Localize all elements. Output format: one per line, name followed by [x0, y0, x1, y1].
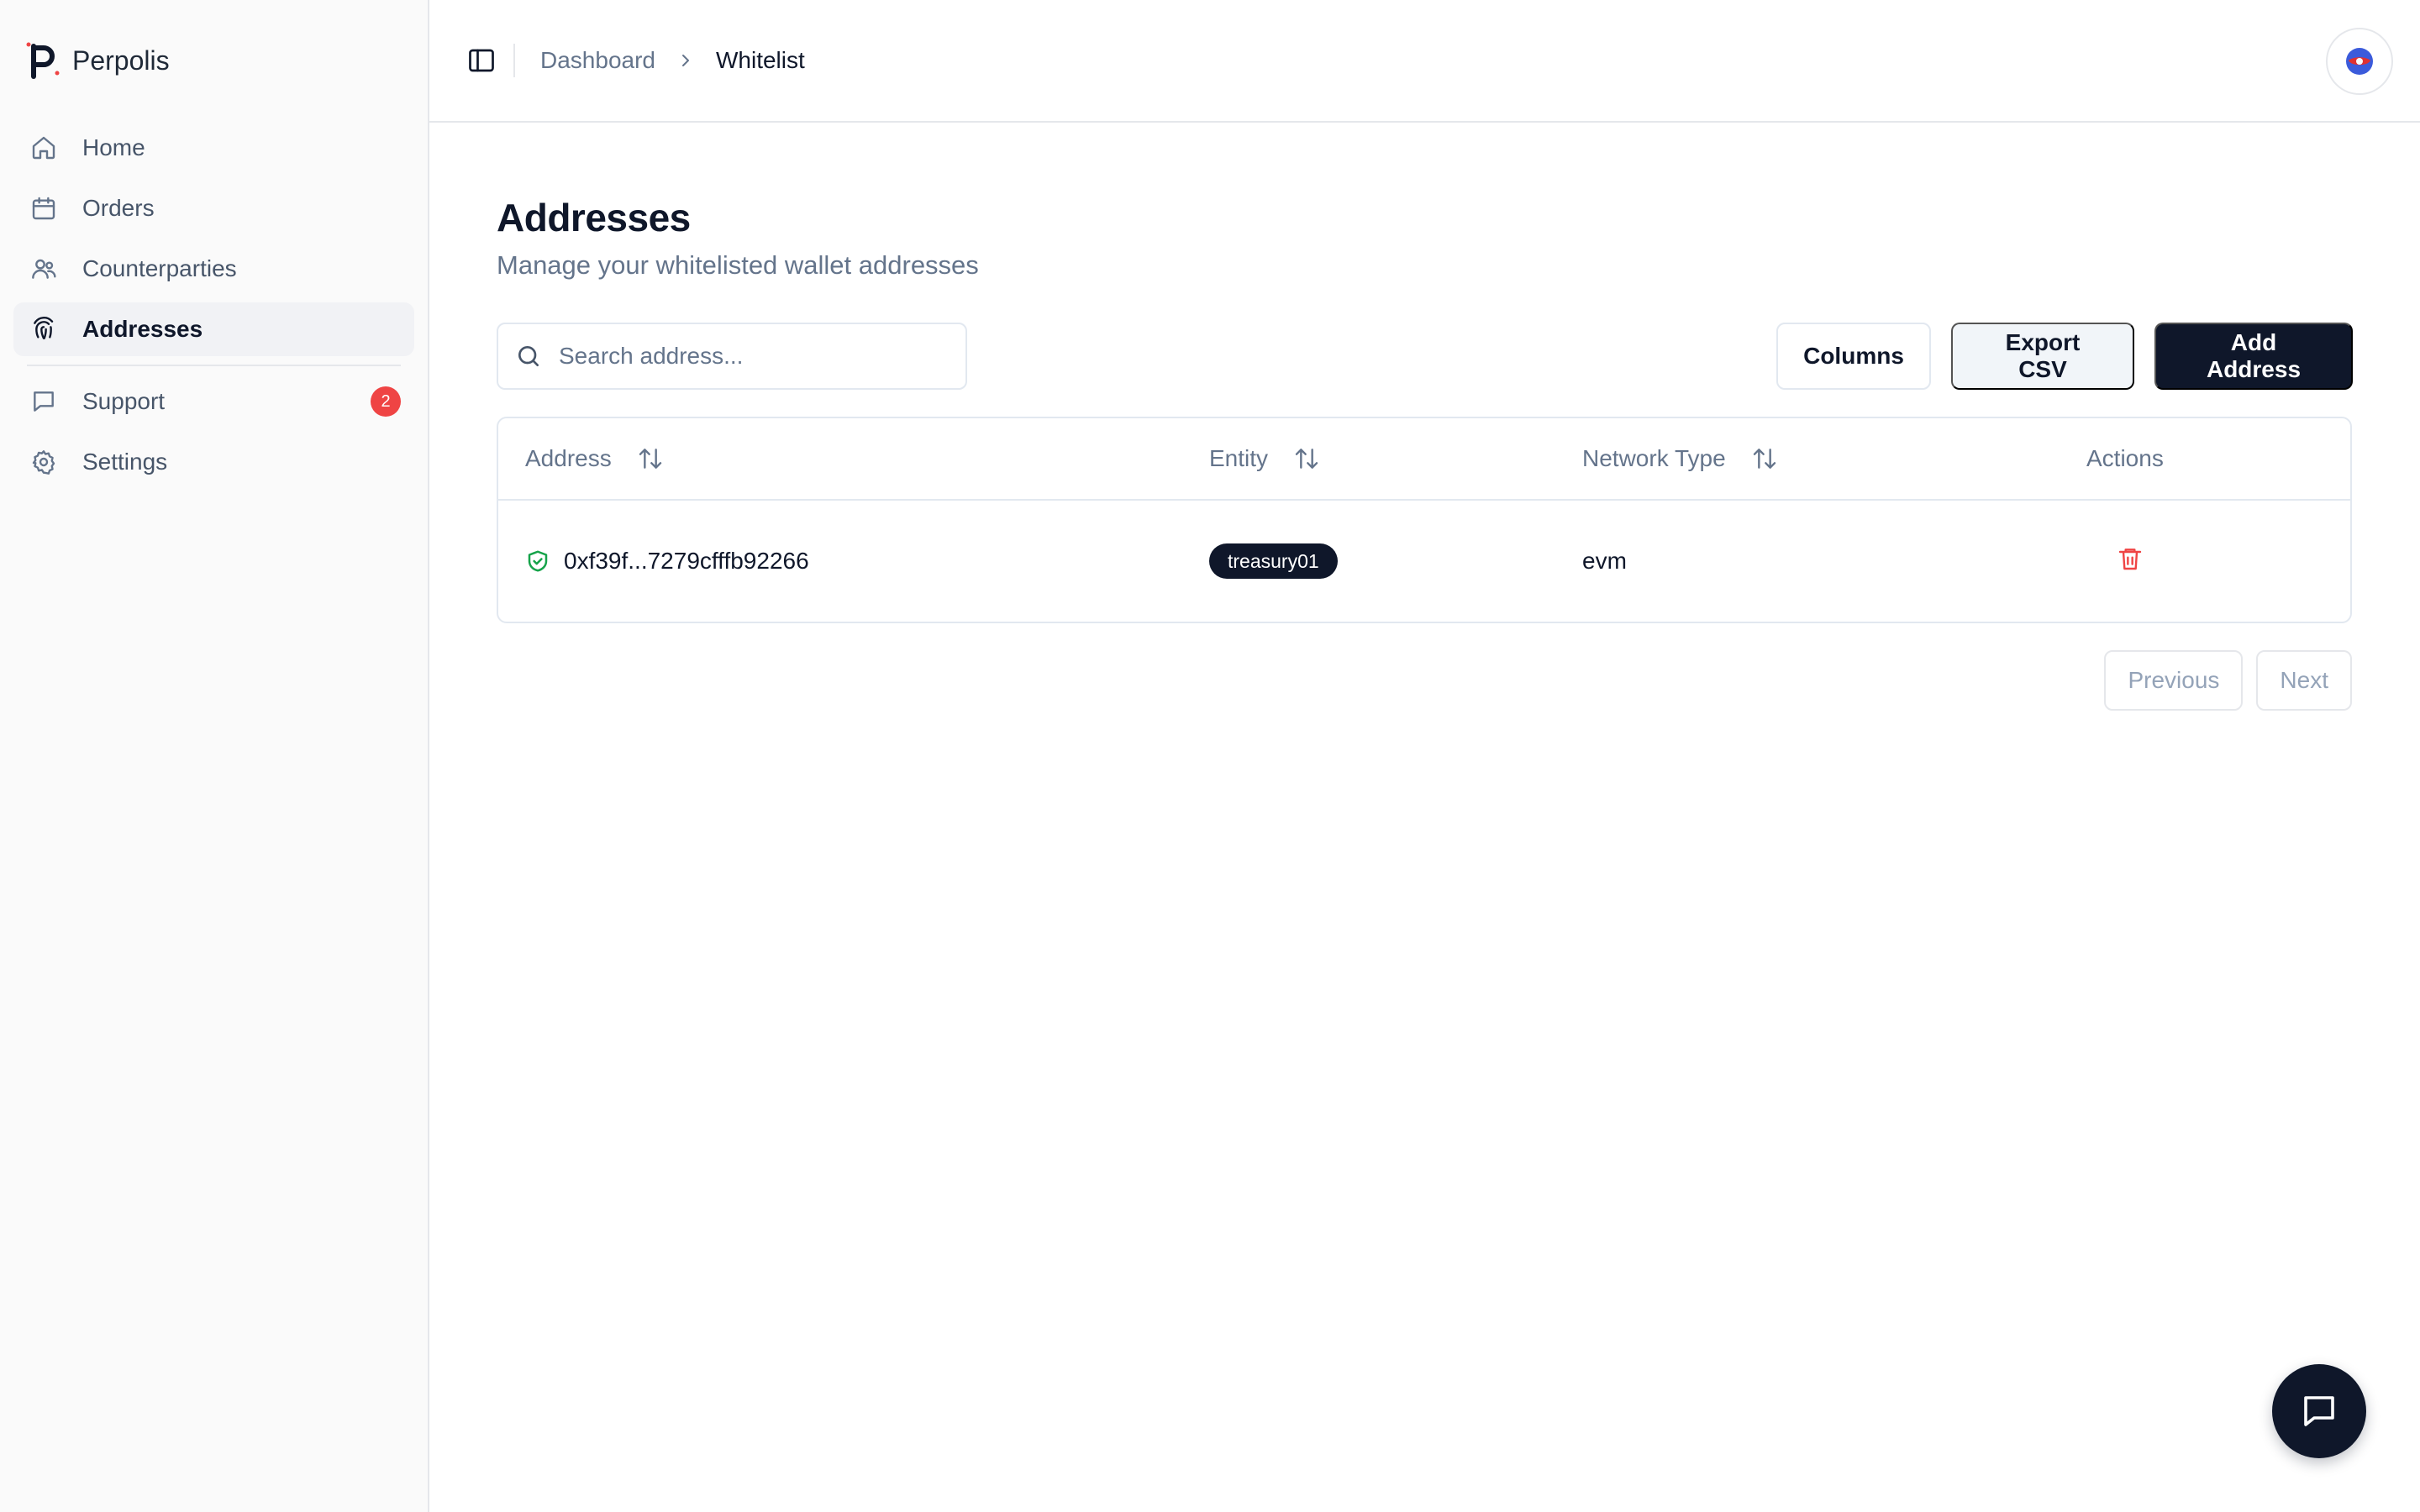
chat-icon: [2304, 1396, 2334, 1426]
pagination: Previous Next: [497, 650, 2352, 711]
sidebar-item-counterparties[interactable]: Counterparties: [13, 242, 414, 296]
sidebar-item-label: Counterparties: [82, 255, 237, 281]
sidebar-item-settings[interactable]: Settings: [13, 435, 414, 489]
brand-name: Perpolis: [72, 45, 170, 76]
topbar: Dashboard Whitelist: [429, 0, 2420, 123]
column-header-address[interactable]: Address: [498, 445, 1209, 472]
sort-icon[interactable]: [1751, 445, 1778, 472]
toolbar: Columns Export CSV Add Address: [497, 323, 2353, 390]
address-value[interactable]: 0xf39f...7279cfffb92266: [564, 548, 809, 575]
column-header-label: Network Type: [1582, 445, 1726, 471]
page-title: Addresses: [497, 196, 691, 239]
sidebar-item-label: Addresses: [82, 316, 203, 342]
column-header-label: Entity: [1209, 445, 1269, 471]
users-icon: [32, 259, 56, 279]
chat-button[interactable]: [2272, 1364, 2366, 1458]
page-subtitle: Manage your whitelisted wallet addresses: [497, 250, 979, 280]
content: Addresses Manage your whitelisted wallet…: [429, 123, 2420, 711]
previous-button[interactable]: Previous: [2104, 650, 2244, 711]
search-input[interactable]: [559, 343, 945, 370]
column-header-label: Actions: [2086, 445, 2164, 471]
sidebar-nav: Home Orders Counterparties Addresses Sup…: [13, 121, 414, 489]
search-box[interactable]: [497, 323, 967, 390]
trash-icon[interactable]: [2117, 545, 2144, 572]
sidebar-item-home[interactable]: Home: [13, 121, 414, 175]
calendar-icon: [32, 197, 55, 220]
main-area: Dashboard Whitelist Addresses Manage you…: [429, 0, 2420, 1512]
address-cell: 0xf39f...7279cfffb92266: [498, 548, 1209, 575]
column-header-actions: Actions: [2086, 445, 2350, 472]
sidebar-item-support[interactable]: Support 2: [13, 375, 414, 428]
perpolis-logo-icon: [26, 42, 60, 79]
sort-icon[interactable]: [1293, 445, 1320, 472]
support-badge: 2: [371, 386, 401, 417]
column-header-entity[interactable]: Entity: [1209, 445, 1582, 472]
column-header-label: Address: [525, 445, 612, 471]
sidebar-item-addresses[interactable]: Addresses: [13, 302, 414, 356]
brand[interactable]: Perpolis: [13, 0, 414, 121]
columns-button[interactable]: Columns: [1776, 323, 1931, 390]
shield-check-icon: [528, 550, 548, 572]
avatar[interactable]: [2326, 28, 2393, 95]
sidebar-item-label: Support: [82, 388, 166, 414]
breadcrumb: Dashboard Whitelist: [540, 47, 805, 74]
chevron-right-icon: [681, 55, 689, 66]
gear-icon: [32, 450, 55, 475]
addresses-table: Address Entity Network Type Actions 0xf3…: [497, 417, 2352, 623]
sort-icon[interactable]: [637, 445, 664, 472]
add-address-button[interactable]: Add Address: [2154, 323, 2353, 390]
sidebar-item-label: Orders: [82, 195, 155, 221]
topbar-divider: [513, 44, 515, 77]
entity-badge: treasury01: [1209, 543, 1338, 579]
avatar-icon: [2346, 48, 2373, 75]
sidebar-item-label: Home: [82, 134, 145, 160]
sidebar: Perpolis Home Orders Counterparties Addr…: [0, 0, 429, 1512]
next-button[interactable]: Next: [2256, 650, 2352, 711]
sidebar-toggle-icon[interactable]: [466, 45, 497, 76]
sidebar-item-orders[interactable]: Orders: [13, 181, 414, 235]
breadcrumb-current: Whitelist: [715, 47, 805, 73]
fingerprint-icon: [34, 317, 54, 339]
table-header: Address Entity Network Type Actions: [498, 418, 2350, 501]
sidebar-item-label: Settings: [82, 449, 168, 475]
network-cell: evm: [1582, 548, 1627, 574]
table-row: 0xf39f...7279cfffb92266 treasury01 evm: [498, 501, 2350, 622]
breadcrumb-dashboard[interactable]: Dashboard: [540, 47, 655, 74]
actions-cell: [2086, 545, 2350, 578]
search-icon: [518, 346, 539, 366]
column-header-network-type[interactable]: Network Type: [1582, 445, 2086, 472]
entity-cell: treasury01: [1209, 543, 1582, 579]
sidebar-divider: [27, 365, 401, 366]
export-csv-button[interactable]: Export CSV: [1951, 323, 2134, 390]
home-icon: [32, 136, 55, 160]
message-square-icon: [34, 391, 54, 412]
app-root: Perpolis Home Orders Counterparties Addr…: [0, 0, 2420, 1512]
